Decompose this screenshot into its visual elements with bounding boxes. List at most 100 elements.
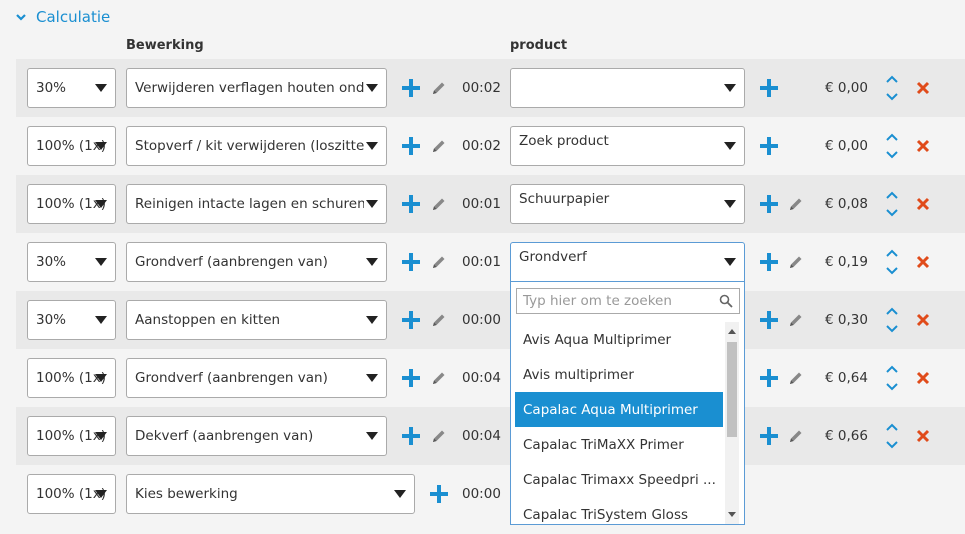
time-value: 00:01 <box>462 254 501 270</box>
scrollbar-thumb[interactable] <box>727 342 737 437</box>
plus-icon[interactable] <box>760 253 778 271</box>
product-dropdown: Typ hier om te zoeken Avis Aqua Multipri… <box>510 282 745 525</box>
time-value: 00:00 <box>462 312 501 328</box>
bewerking-select[interactable]: Aanstoppen en kitten <box>126 300 387 340</box>
pencil-icon[interactable] <box>788 312 804 328</box>
pencil-icon[interactable] <box>788 196 804 212</box>
plus-icon[interactable] <box>402 427 420 445</box>
pencil-icon[interactable] <box>431 254 447 270</box>
pencil-icon[interactable] <box>788 370 804 386</box>
product-option[interactable]: Capalac TriMaXX Primer <box>515 427 723 462</box>
plus-icon[interactable] <box>402 253 420 271</box>
percentage-select[interactable]: 100% (1x) <box>27 184 116 224</box>
scrollbar[interactable] <box>725 322 739 524</box>
price-value: € 0,00 <box>825 80 868 96</box>
close-icon[interactable] <box>916 197 930 211</box>
calculation-row: 100% (1x) Stopverf / kit verwijderen (lo… <box>16 117 965 175</box>
scroll-down-icon[interactable] <box>728 512 736 517</box>
close-icon[interactable] <box>916 429 930 443</box>
product-option[interactable]: Capalac Trimaxx Speedpri ... <box>515 462 723 497</box>
pencil-icon[interactable] <box>431 196 447 212</box>
product-option[interactable]: Avis multiprimer <box>515 357 723 392</box>
dropdown-arrow-icon <box>724 84 736 92</box>
close-icon[interactable] <box>916 255 930 269</box>
dropdown-arrow-icon <box>366 432 378 440</box>
dropdown-arrow-icon <box>95 84 107 92</box>
product-option[interactable]: Capalac TriSystem Gloss <box>515 497 723 524</box>
price-value: € 0,66 <box>825 428 868 444</box>
bewerking-select[interactable]: Grondverf (aanbrengen van) <box>126 358 387 398</box>
plus-icon[interactable] <box>760 427 778 445</box>
chevron-updown-icon[interactable] <box>885 73 899 103</box>
time-value: 00:02 <box>462 80 501 96</box>
time-value: 00:01 <box>462 196 501 212</box>
product-option-list: Avis Aqua Multiprimer Avis multiprimer Cap… <box>515 322 723 524</box>
price-value: € 0,64 <box>825 370 868 386</box>
new-row: 100% (1x) Kies bewerking 00:00 <box>16 465 965 523</box>
chevron-updown-icon[interactable] <box>885 363 899 393</box>
pencil-icon[interactable] <box>788 428 804 444</box>
chevron-updown-icon[interactable] <box>885 305 899 335</box>
plus-icon[interactable] <box>402 311 420 329</box>
plus-icon[interactable] <box>760 311 778 329</box>
plus-icon[interactable] <box>760 137 778 155</box>
product-select[interactable]: Schuurpapier <box>510 184 745 224</box>
percentage-select[interactable]: 100% (1x) <box>27 416 116 456</box>
dropdown-arrow-icon <box>724 142 736 150</box>
chevron-updown-icon[interactable] <box>885 421 899 451</box>
price-value: € 0,00 <box>825 138 868 154</box>
chevron-updown-icon[interactable] <box>885 131 899 161</box>
calculation-row: 100% (1x) Grondverf (aanbrengen van) 00:… <box>16 349 965 407</box>
dropdown-arrow-icon <box>366 200 378 208</box>
product-select[interactable]: Grondverf <box>510 242 745 282</box>
bewerking-select[interactable]: Grondverf (aanbrengen van) <box>126 242 387 282</box>
plus-icon[interactable] <box>760 79 778 97</box>
plus-icon[interactable] <box>430 485 448 503</box>
product-select[interactable]: Zoek product <box>510 126 745 166</box>
close-icon[interactable] <box>916 371 930 385</box>
bewerking-select[interactable]: Reinigen intacte lagen en schuren <box>126 184 387 224</box>
chevron-updown-icon[interactable] <box>885 189 899 219</box>
search-icon <box>719 294 733 308</box>
percentage-select[interactable]: 30% <box>27 68 116 108</box>
pencil-icon[interactable] <box>431 138 447 154</box>
calculation-row: 30% Aanstoppen en kitten 00:00 € 0,30 <box>16 291 965 349</box>
close-icon[interactable] <box>916 139 930 153</box>
pencil-icon[interactable] <box>431 428 447 444</box>
chevron-updown-icon[interactable] <box>885 247 899 277</box>
product-select[interactable] <box>510 68 745 108</box>
pencil-icon[interactable] <box>431 312 447 328</box>
bewerking-select[interactable]: Kies bewerking <box>126 474 415 514</box>
product-option[interactable]: Avis Aqua Multiprimer <box>515 322 723 357</box>
dropdown-arrow-icon <box>95 258 107 266</box>
bewerking-select[interactable]: Stopverf / kit verwijderen (loszittend) <box>126 126 387 166</box>
bewerking-select[interactable]: Verwijderen verflagen houten ondergrond <box>126 68 387 108</box>
plus-icon[interactable] <box>402 79 420 97</box>
price-value: € 0,30 <box>825 312 868 328</box>
plus-icon[interactable] <box>760 195 778 213</box>
plus-icon[interactable] <box>402 137 420 155</box>
dropdown-arrow-icon <box>366 374 378 382</box>
pencil-icon[interactable] <box>431 80 447 96</box>
plus-icon[interactable] <box>402 369 420 387</box>
plus-icon[interactable] <box>760 369 778 387</box>
percentage-select[interactable]: 100% (1x) <box>27 358 116 398</box>
percentage-select[interactable]: 100% (1x) <box>27 126 116 166</box>
section-header[interactable]: Calculatie <box>16 8 110 26</box>
product-option[interactable]: Capalac Aqua Multiprimer <box>515 392 723 427</box>
dropdown-arrow-icon <box>366 258 378 266</box>
calculation-row: 30% Verwijderen verflagen houten ondergr… <box>16 59 965 117</box>
pencil-icon[interactable] <box>431 370 447 386</box>
plus-icon[interactable] <box>402 195 420 213</box>
scroll-up-icon[interactable] <box>728 329 736 334</box>
percentage-select[interactable]: 100% (1x) <box>27 474 116 514</box>
close-icon[interactable] <box>916 81 930 95</box>
percentage-select[interactable]: 30% <box>27 242 116 282</box>
percentage-select[interactable]: 30% <box>27 300 116 340</box>
section-title: Calculatie <box>36 8 111 26</box>
product-search-input[interactable]: Typ hier om te zoeken <box>516 288 740 314</box>
pencil-icon[interactable] <box>788 254 804 270</box>
dropdown-arrow-icon <box>366 316 378 324</box>
close-icon[interactable] <box>916 313 930 327</box>
bewerking-select[interactable]: Dekverf (aanbrengen van) <box>126 416 387 456</box>
